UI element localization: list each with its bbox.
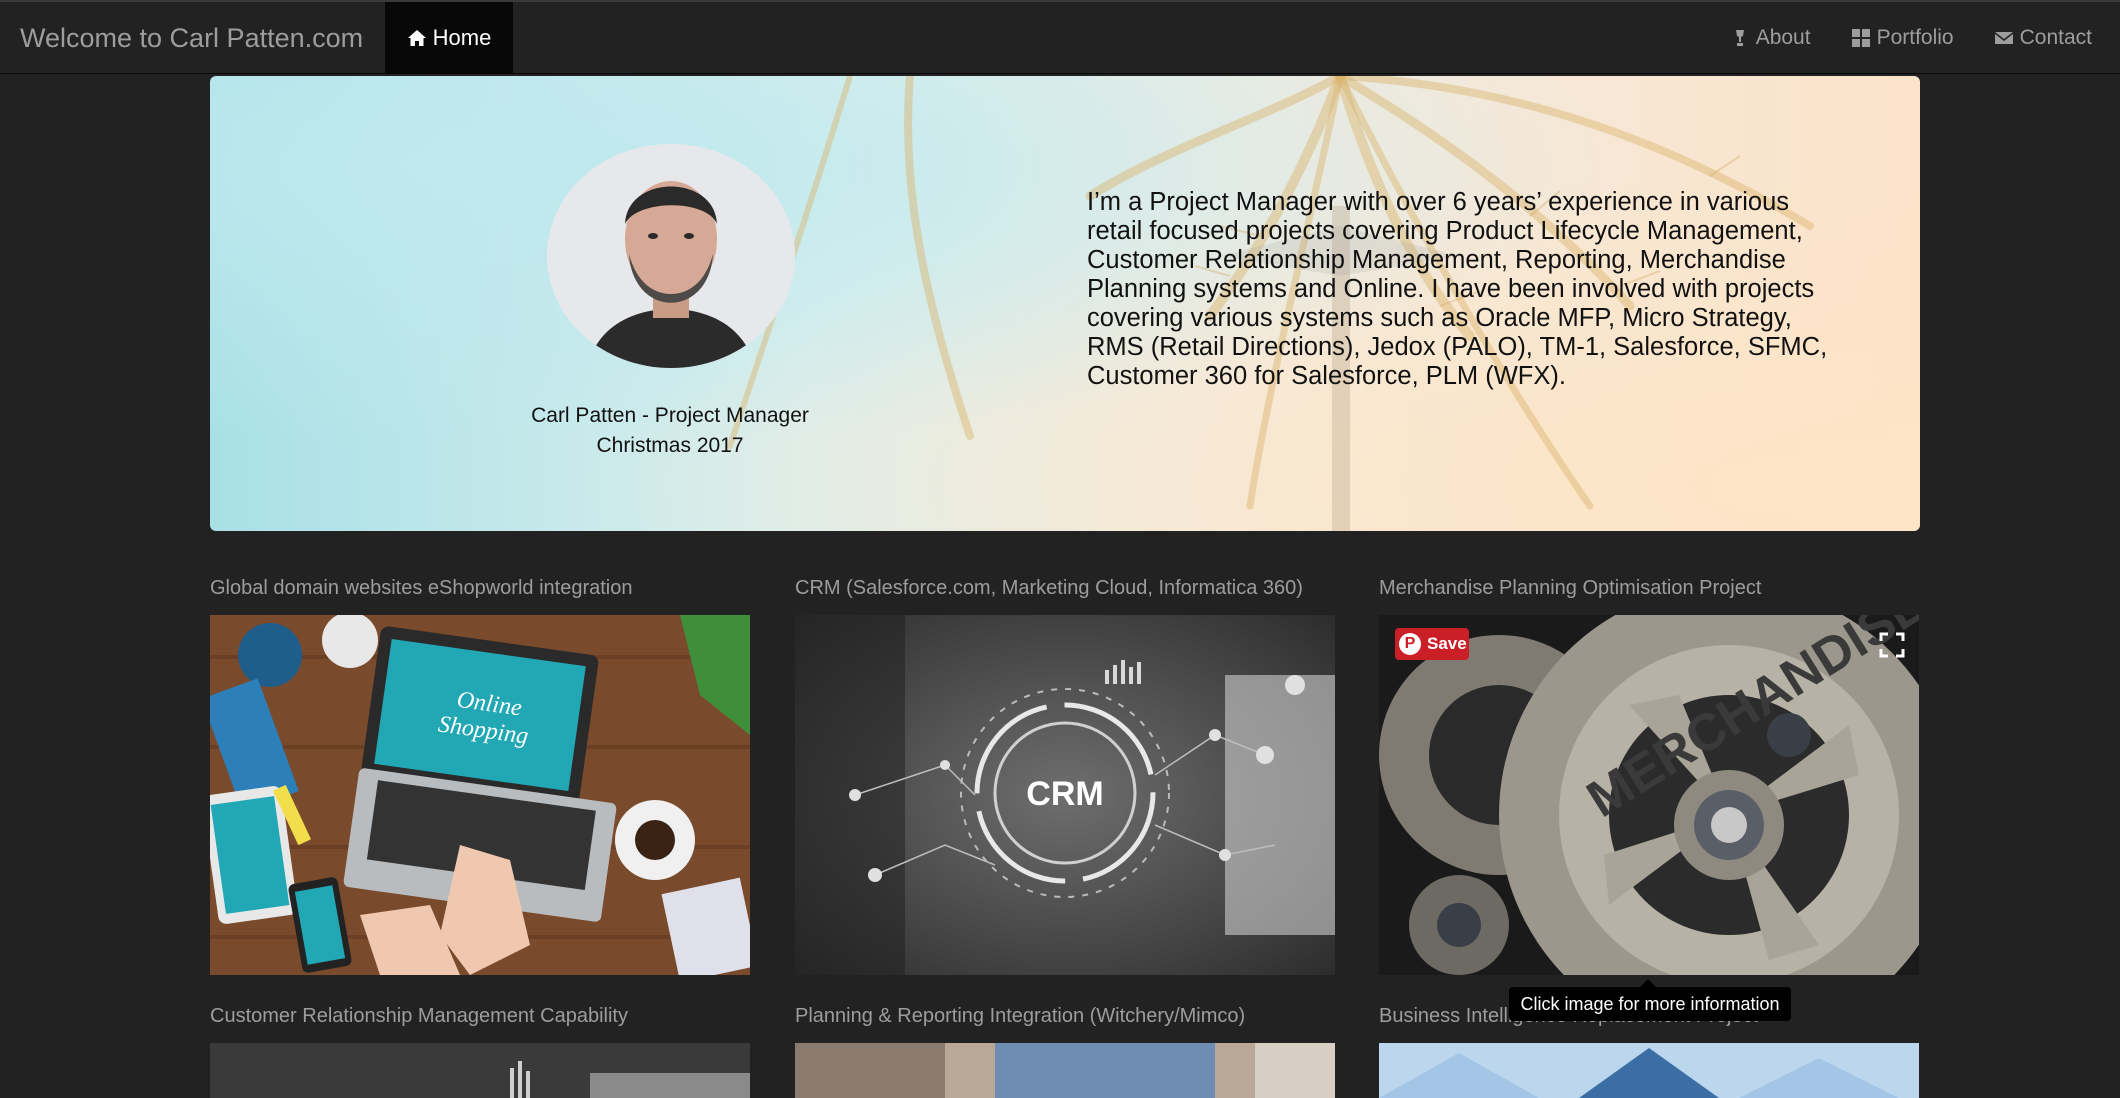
expand-icon[interactable] (1879, 632, 1905, 658)
card-title-eshopworld[interactable]: Global domain websites eShopworld integr… (210, 577, 632, 600)
card-title-planning-reporting[interactable]: Planning & Reporting Integration (Witche… (795, 1005, 1245, 1028)
card-image-planning-reporting[interactable] (795, 1043, 1335, 1098)
profile-caption: Carl Patten - Project Manager Christmas … (480, 401, 860, 461)
hero-jumbotron: Carl Patten - Project Manager Christmas … (210, 76, 1920, 531)
nav-right: About Portfolio Contact (1710, 2, 2120, 74)
nav-portfolio[interactable]: Portfolio (1831, 2, 1974, 74)
pinterest-save-button[interactable]: P Save (1395, 628, 1469, 660)
nav-home-label: Home (432, 25, 492, 50)
caption-date: Christmas 2017 (596, 434, 744, 457)
card-image-crm-capability[interactable] (210, 1043, 750, 1098)
card-image-business-intelligence[interactable] (1379, 1043, 1919, 1098)
site-brand[interactable]: Welcome to Carl Patten.com (20, 2, 363, 74)
nav-portfolio-label: Portfolio (1876, 26, 1954, 49)
card-title-crm-capability[interactable]: Customer Relationship Management Capabil… (210, 1005, 628, 1028)
nav-about-label: About (1755, 26, 1811, 49)
save-label: Save (1427, 634, 1467, 653)
profile-avatar (547, 144, 795, 368)
card-title-merchandise[interactable]: Merchandise Planning Optimisation Projec… (1379, 577, 1761, 600)
nav-about[interactable]: About (1710, 2, 1831, 74)
card-title-crm[interactable]: CRM (Salesforce.com, Marketing Cloud, In… (795, 577, 1303, 600)
navbar: Welcome to Carl Patten.com Home About Po… (0, 0, 2120, 74)
bio-text: I’m a Project Manager with over 6 years’… (1087, 188, 1828, 390)
tooltip-arrow (1640, 979, 1656, 987)
pinterest-icon: P (1399, 633, 1421, 655)
card-image-crm[interactable]: CRM (795, 615, 1335, 975)
nav-contact[interactable]: Contact (1974, 2, 2120, 74)
grid-icon (1851, 29, 1870, 47)
envelope-icon (1994, 32, 2013, 44)
crm-overlay-text: CRM (1026, 775, 1103, 813)
card-image-eshopworld[interactable]: Online Shopping (210, 615, 750, 975)
home-icon (407, 30, 426, 46)
lamp-icon (1735, 30, 1744, 46)
image-tooltip: Click image for more information (1509, 987, 1791, 1021)
card-image-merchandise[interactable]: MERCHANDISE P Save (1379, 615, 1919, 975)
nav-home[interactable]: Home (385, 2, 513, 74)
caption-name: Carl Patten - Project Manager (531, 404, 809, 427)
nav-contact-label: Contact (2019, 26, 2092, 49)
